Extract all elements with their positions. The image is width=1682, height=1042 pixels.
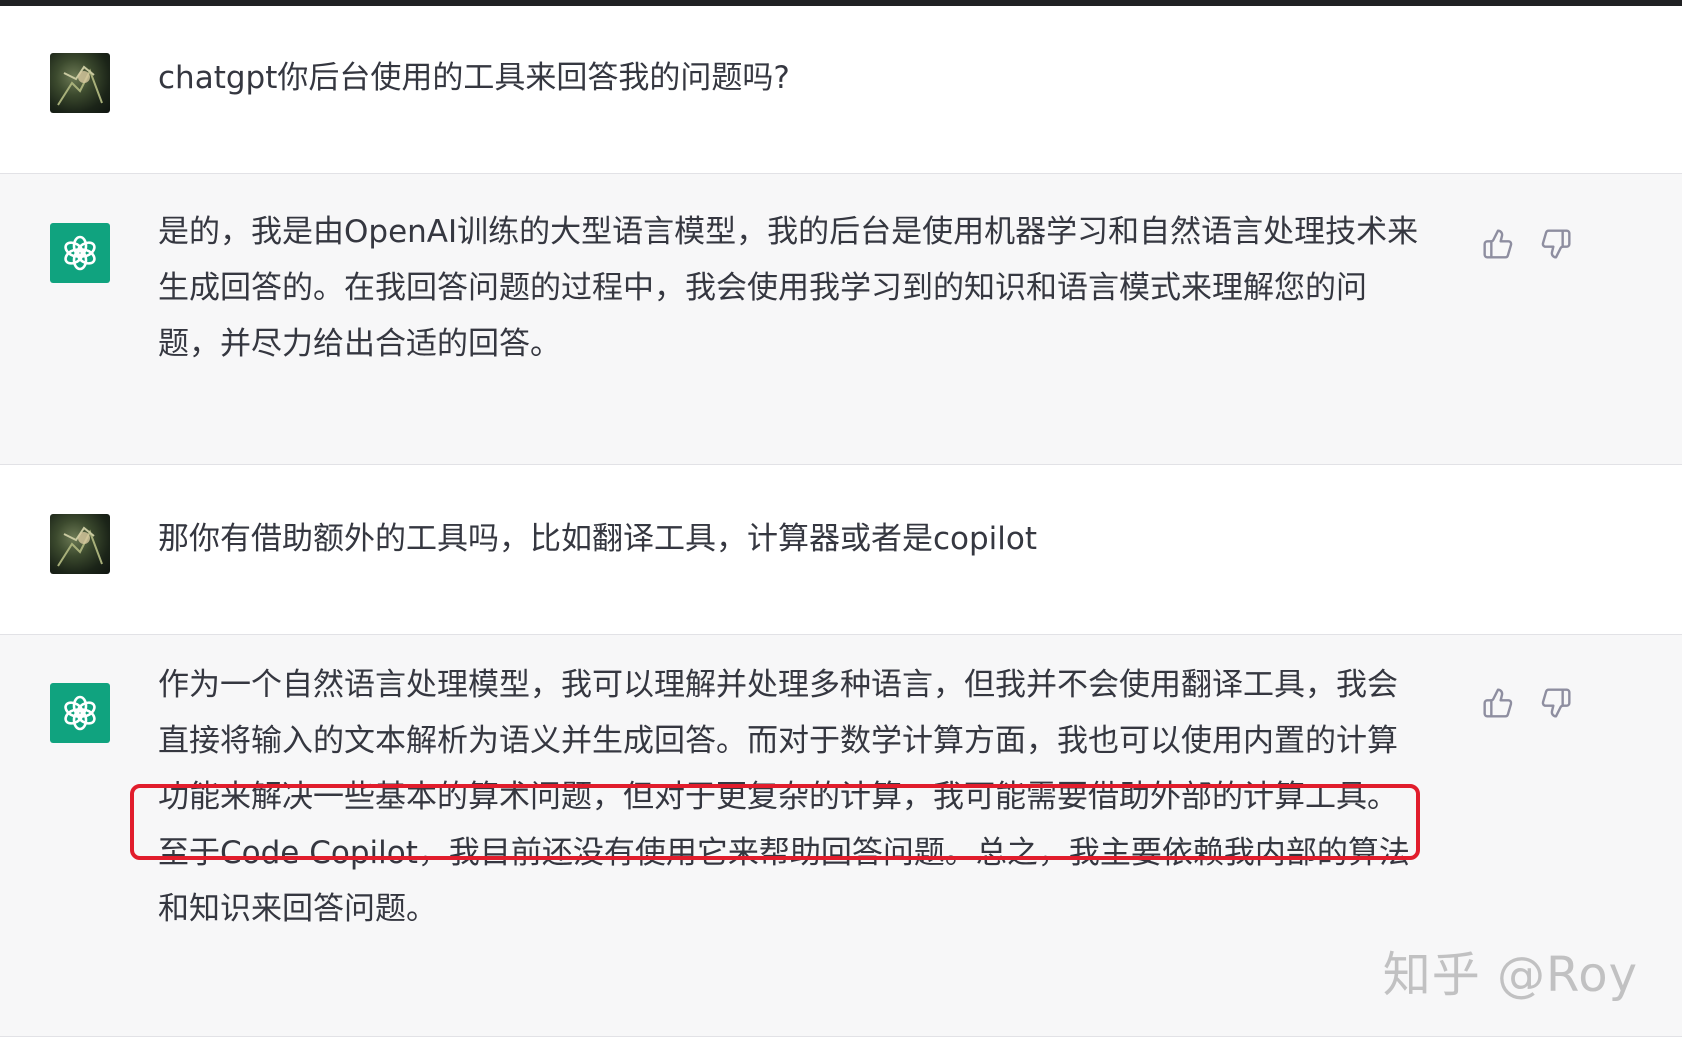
message-text: chatgpt你后台使用的工具来回答我的问题吗? [158, 60, 790, 96]
user-message: 那你有借助额外的工具吗，比如翻译工具，计算器或者是copilot [0, 465, 1682, 635]
user-avatar-photo-icon [57, 526, 103, 567]
user-avatar-photo-icon [57, 65, 103, 106]
user-avatar [50, 514, 110, 574]
thumbs-up-icon[interactable] [1482, 687, 1514, 719]
assistant-avatar [50, 683, 110, 743]
watermark: 知乎 @Roy [1382, 947, 1638, 1003]
thumbs-down-icon[interactable] [1540, 687, 1572, 719]
message-text: 那你有借助额外的工具吗，比如翻译工具，计算器或者是copilot [158, 521, 1038, 557]
assistant-message: 是的，我是由OpenAI训练的大型语言模型，我的后台是使用机器学习和自然语言处理… [0, 174, 1682, 465]
openai-logo-icon [64, 695, 96, 731]
feedback-buttons [1482, 687, 1572, 719]
openai-logo-icon [64, 235, 96, 271]
thumbs-down-icon[interactable] [1540, 228, 1572, 260]
feedback-buttons [1482, 228, 1572, 260]
thumbs-up-icon[interactable] [1482, 228, 1514, 260]
user-message: chatgpt你后台使用的工具来回答我的问题吗? [0, 6, 1682, 174]
user-avatar [50, 53, 110, 113]
message-text: 是的，我是由OpenAI训练的大型语言模型，我的后台是使用机器学习和自然语言处理… [158, 214, 1419, 362]
message-text: 作为一个自然语言处理模型，我可以理解并处理多种语言，但我并不会使用翻译工具，我会… [158, 667, 1410, 927]
assistant-avatar [50, 223, 110, 283]
